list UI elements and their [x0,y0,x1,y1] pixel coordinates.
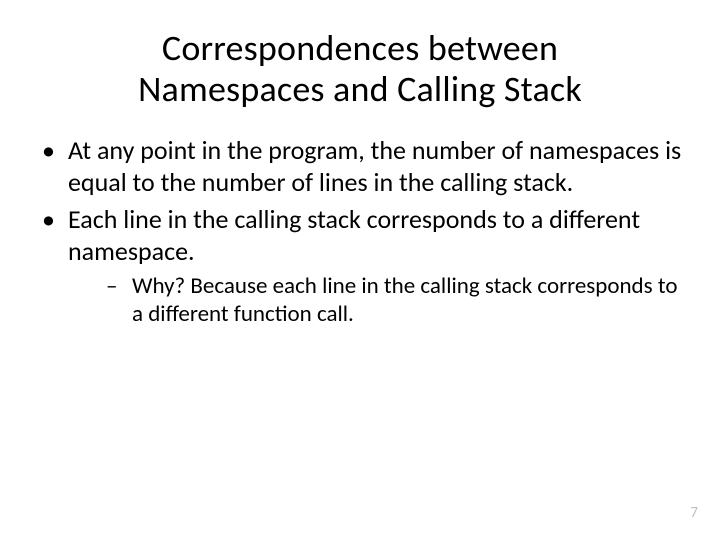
page-number: 7 [690,504,698,522]
sub-bullet-list: Why? Because each line in the calling st… [68,272,684,328]
title-line-1: Correspondences between [162,26,558,70]
slide: Correspondences between Namespaces and C… [0,0,720,540]
bullet-text-1: At any point in the program, the number … [68,134,681,198]
bullet-list: At any point in the program, the number … [36,135,684,328]
sub-bullet-text-1: Why? Because each line in the calling st… [132,272,677,328]
bullet-text-2: Each line in the calling stack correspon… [68,203,640,267]
sub-bullet-item-1: Why? Because each line in the calling st… [68,272,684,328]
bullet-item-1: At any point in the program, the number … [36,135,684,198]
slide-title: Correspondences between Namespaces and C… [36,28,684,111]
title-line-2: Namespaces and Calling Stack [138,67,582,111]
bullet-item-2: Each line in the calling stack correspon… [36,204,684,328]
